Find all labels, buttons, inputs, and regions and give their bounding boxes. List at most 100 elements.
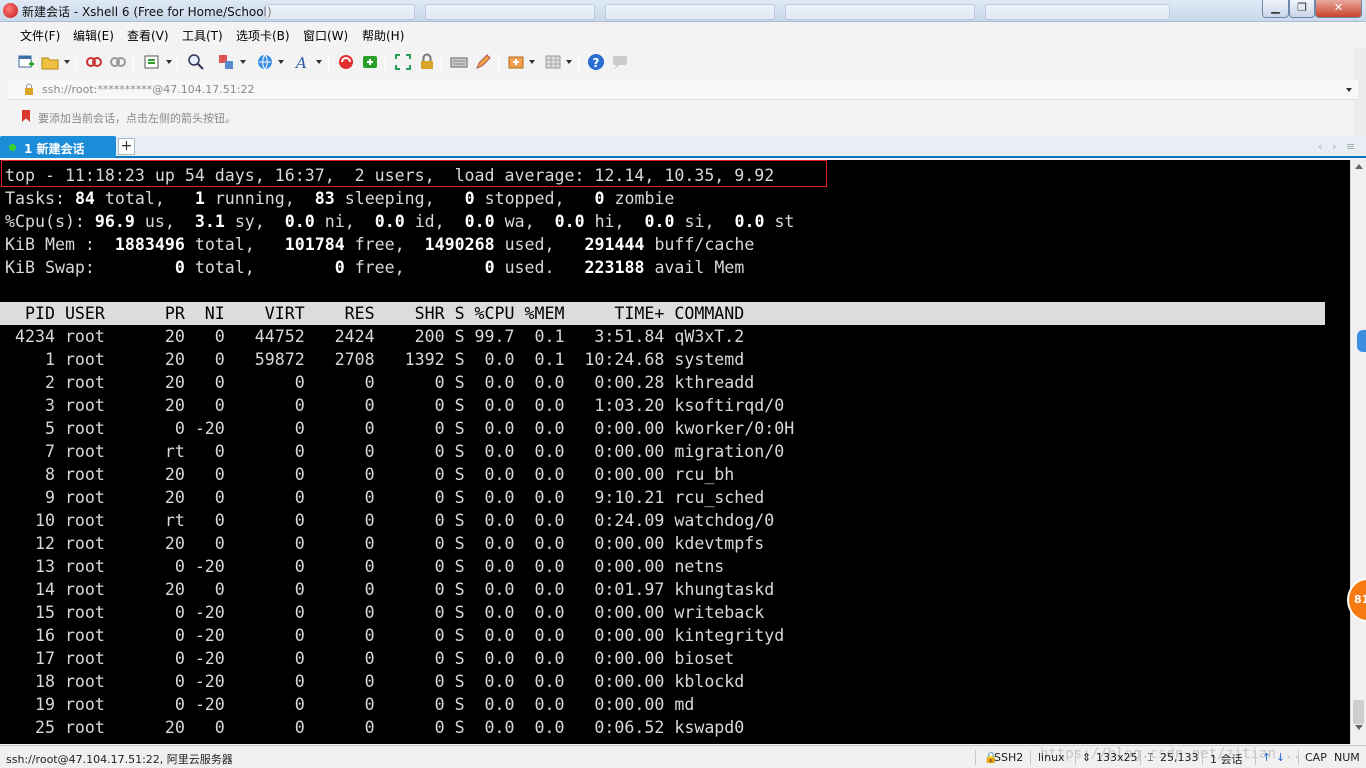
toolbar-separator bbox=[177, 54, 178, 72]
new-session-icon[interactable] bbox=[17, 53, 35, 71]
xftp-icon[interactable] bbox=[361, 53, 379, 71]
process-row: 17 root 0 -20 0 0 0 S 0.0 0.0 0:00.00 bi… bbox=[5, 649, 735, 668]
properties-icon[interactable] bbox=[143, 53, 161, 71]
menu-edit[interactable]: 编辑(E) bbox=[73, 27, 114, 44]
chat-icon[interactable] bbox=[611, 53, 629, 71]
toolbar-separator bbox=[498, 54, 499, 72]
minimize-button[interactable]: ▁ bbox=[1262, 0, 1289, 18]
process-row: 4234 root 20 0 44752 2424 200 S 99.7 0.1… bbox=[5, 327, 745, 346]
bookmark-icon[interactable] bbox=[22, 110, 30, 122]
toolbar-separator bbox=[441, 54, 442, 72]
window-title: 新建会话 - Xshell 6 (Free for Home/School) bbox=[22, 5, 272, 19]
status-bar: ssh://root@47.104.17.51:22, 阿里云服务器 https… bbox=[0, 745, 1366, 768]
status-separator bbox=[1255, 750, 1256, 765]
toolbar-separator bbox=[328, 54, 329, 72]
terminal-scrollbar[interactable] bbox=[1350, 160, 1366, 744]
cursor-position: 25,133 bbox=[1160, 751, 1199, 764]
status-separator bbox=[975, 750, 976, 765]
chevron-down-icon[interactable] bbox=[64, 60, 70, 64]
status-separator bbox=[1140, 750, 1141, 765]
chevron-down-icon[interactable] bbox=[240, 60, 246, 64]
fullscreen-icon[interactable] bbox=[394, 53, 412, 71]
process-row: 3 root 20 0 0 0 0 S 0.0 0.0 1:03.20 ksof… bbox=[5, 396, 785, 415]
process-row: 5 root 0 -20 0 0 0 S 0.0 0.0 0:00.00 kwo… bbox=[5, 419, 795, 438]
compose-icon[interactable] bbox=[474, 53, 492, 71]
svg-text:A: A bbox=[294, 54, 307, 71]
chevron-down-icon[interactable] bbox=[1346, 88, 1352, 92]
menu-help[interactable]: 帮助(H) bbox=[362, 27, 404, 44]
background-window-tab bbox=[605, 4, 775, 20]
num-lock-indicator: NUM bbox=[1334, 751, 1360, 764]
lock-icon[interactable] bbox=[418, 53, 436, 71]
menu-file[interactable]: 文件(F) bbox=[20, 27, 60, 44]
toolbar-separator bbox=[75, 54, 76, 72]
xshell-logo-icon[interactable] bbox=[337, 53, 355, 71]
menu-view[interactable]: 查看(V) bbox=[127, 27, 169, 44]
tab-scroll-right-icon[interactable]: › bbox=[1332, 140, 1336, 153]
side-widget-tab[interactable] bbox=[1357, 330, 1366, 352]
process-row: 1 root 20 0 59872 2708 1392 S 0.0 0.1 10… bbox=[5, 350, 745, 369]
process-row: 13 root 0 -20 0 0 0 S 0.0 0.0 0:00.00 ne… bbox=[5, 557, 725, 576]
chevron-down-icon[interactable] bbox=[566, 60, 572, 64]
process-row: 15 root 0 -20 0 0 0 S 0.0 0.0 0:00.00 wr… bbox=[5, 603, 765, 622]
session-hint-bar: 要添加当前会话，点击左侧的箭头按钮。 bbox=[8, 106, 1358, 126]
top-tasks-line: Tasks: 84 total, 1 running, 83 sleeping,… bbox=[5, 189, 675, 208]
status-separator bbox=[1202, 750, 1203, 765]
process-row: 9 root 20 0 0 0 0 S 0.0 0.0 9:10.21 rcu_… bbox=[5, 488, 765, 507]
process-row: 14 root 20 0 0 0 0 S 0.0 0.0 0:01.97 khu… bbox=[5, 580, 775, 599]
menu-tab[interactable]: 选项卡(B) bbox=[236, 27, 290, 44]
process-row: 19 root 0 -20 0 0 0 S 0.0 0.0 0:00.00 md bbox=[5, 695, 695, 714]
address-bar[interactable]: ssh://root:**********@47.104.17.51:22 bbox=[8, 80, 1358, 100]
scroll-up-arrow-icon[interactable]: ↑ bbox=[1262, 751, 1271, 764]
tab-list-icon[interactable]: ≡ bbox=[1346, 140, 1355, 153]
chevron-down-icon[interactable] bbox=[166, 60, 172, 64]
xshell-app-icon[interactable] bbox=[3, 3, 18, 18]
top-mem-line: KiB Mem : 1883496 total, 101784 free, 14… bbox=[5, 235, 755, 254]
menu-window[interactable]: 窗口(W) bbox=[303, 27, 348, 44]
find-icon[interactable] bbox=[187, 53, 205, 71]
menu-tools[interactable]: 工具(T) bbox=[182, 27, 223, 44]
toolbar-separator bbox=[133, 54, 134, 72]
menu-bar: 文件(F) 编辑(E) 查看(V) 工具(T) 选项卡(B) 窗口(W) 帮助(… bbox=[0, 23, 1366, 45]
process-row: 10 root rt 0 0 0 0 S 0.0 0.0 0:24.09 wat… bbox=[5, 511, 775, 530]
tab-session-1[interactable]: 1 新建会话 bbox=[0, 136, 116, 158]
tab-scroll-left-icon[interactable]: ‹ bbox=[1318, 140, 1322, 153]
top-swap-line: KiB Swap: 0 total, 0 free, 0 used. 22318… bbox=[5, 258, 745, 277]
scroll-down-icon[interactable] bbox=[1355, 725, 1363, 730]
hint-text: 要添加当前会话，点击左侧的箭头按钮。 bbox=[38, 112, 236, 125]
process-table: 4234 root 20 0 44752 2424 200 S 99.7 0.1… bbox=[5, 325, 1350, 739]
connection-info: ssh://root@47.104.17.51:22, 阿里云服务器 bbox=[6, 753, 233, 766]
chevron-down-icon[interactable] bbox=[316, 60, 322, 64]
transfer-icon[interactable] bbox=[217, 53, 235, 71]
globe-icon[interactable] bbox=[256, 53, 274, 71]
close-button[interactable]: ✕ bbox=[1315, 0, 1362, 18]
scroll-up-icon[interactable] bbox=[1355, 164, 1363, 169]
terminal-type: linux bbox=[1038, 751, 1065, 764]
scrollbar-thumb[interactable] bbox=[1353, 700, 1364, 724]
disconnect-icon[interactable] bbox=[109, 53, 127, 71]
tab-bar: 1 新建会话 + ‹ › ≡ bbox=[0, 136, 1366, 158]
open-folder-icon[interactable] bbox=[41, 53, 59, 71]
process-table-header: PID USER PR NI VIRT RES SHR S %CPU %MEM … bbox=[0, 302, 1325, 325]
add-tab-button[interactable]: + bbox=[118, 138, 135, 155]
background-window-tab bbox=[425, 4, 595, 20]
background-window-tab bbox=[785, 4, 975, 20]
connected-status-icon bbox=[9, 144, 16, 151]
maximize-button[interactable]: ❐ bbox=[1289, 0, 1315, 18]
keyboard-icon[interactable] bbox=[450, 53, 468, 71]
status-separator bbox=[1298, 750, 1299, 765]
tunnel-icon[interactable] bbox=[507, 53, 525, 71]
scroll-down-arrow-icon[interactable]: ↓ bbox=[1276, 751, 1285, 764]
help-icon[interactable]: ? bbox=[587, 53, 605, 71]
layout-icon[interactable] bbox=[544, 53, 562, 71]
chevron-down-icon[interactable] bbox=[529, 60, 535, 64]
terminal-output[interactable]: top - 11:18:23 up 54 days, 16:37, 2 user… bbox=[0, 160, 1350, 744]
chevron-down-icon[interactable] bbox=[278, 60, 284, 64]
reconnect-icon[interactable] bbox=[85, 53, 103, 71]
font-icon[interactable]: A bbox=[294, 53, 312, 71]
address-field[interactable]: ssh://root:**********@47.104.17.51:22 bbox=[42, 83, 255, 96]
title-bar: 新建会话 - Xshell 6 (Free for Home/School) ▁… bbox=[0, 0, 1366, 22]
lock-icon bbox=[25, 83, 33, 95]
toolbar-separator bbox=[385, 54, 386, 72]
background-window-tab bbox=[985, 4, 1170, 20]
